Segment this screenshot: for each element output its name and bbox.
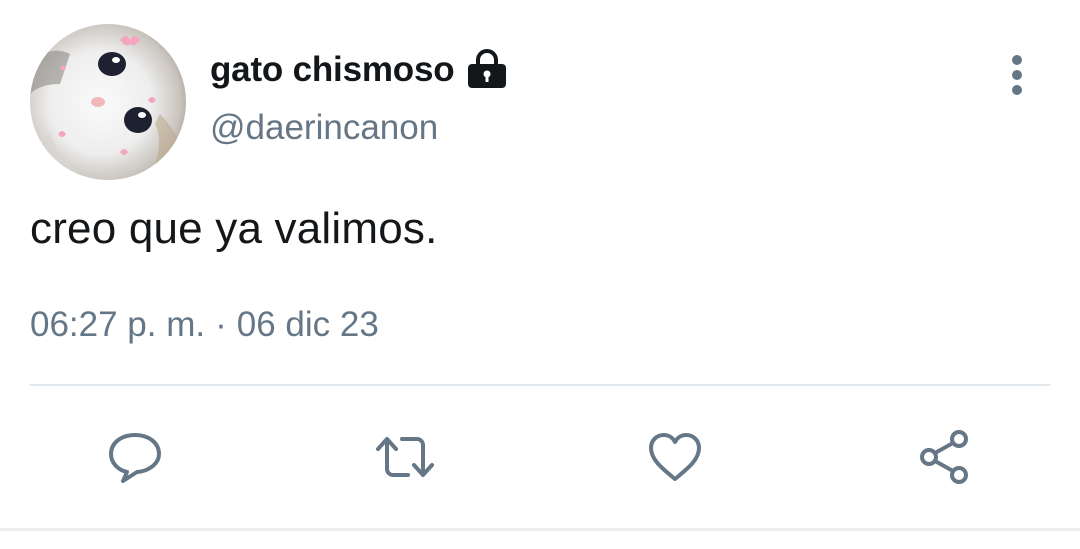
reply-icon [109, 433, 161, 483]
timestamp-separator: · [215, 305, 227, 344]
tweet-date: 06 dic 23 [236, 305, 379, 344]
like-button[interactable] [640, 422, 710, 492]
display-name[interactable]: gato chismoso [210, 50, 455, 90]
lock-icon [466, 49, 508, 91]
user-handle[interactable]: @daerincanon [210, 108, 438, 148]
tweet-text: creo que ya valimos. [30, 204, 438, 253]
tweet-timestamp[interactable]: 06:27 p. m. · 06 dic 23 [30, 305, 379, 345]
share-icon [920, 430, 968, 484]
reply-button[interactable] [100, 422, 170, 492]
more-options-button[interactable] [996, 50, 1038, 100]
bottom-divider [0, 528, 1080, 531]
cat-avatar-icon [30, 24, 186, 180]
divider [30, 384, 1050, 386]
tweet-card: gato chismoso @daerincanon creo que ya v… [0, 0, 1080, 549]
retweet-icon [376, 437, 434, 477]
retweet-button[interactable] [370, 422, 440, 492]
like-icon [649, 433, 701, 481]
tweet-time: 06:27 p. m. [30, 305, 206, 344]
action-bar [0, 422, 1080, 492]
name-row: gato chismoso [210, 42, 508, 98]
avatar[interactable] [30, 24, 186, 180]
share-button[interactable] [910, 422, 980, 492]
more-vertical-icon [1012, 55, 1022, 95]
